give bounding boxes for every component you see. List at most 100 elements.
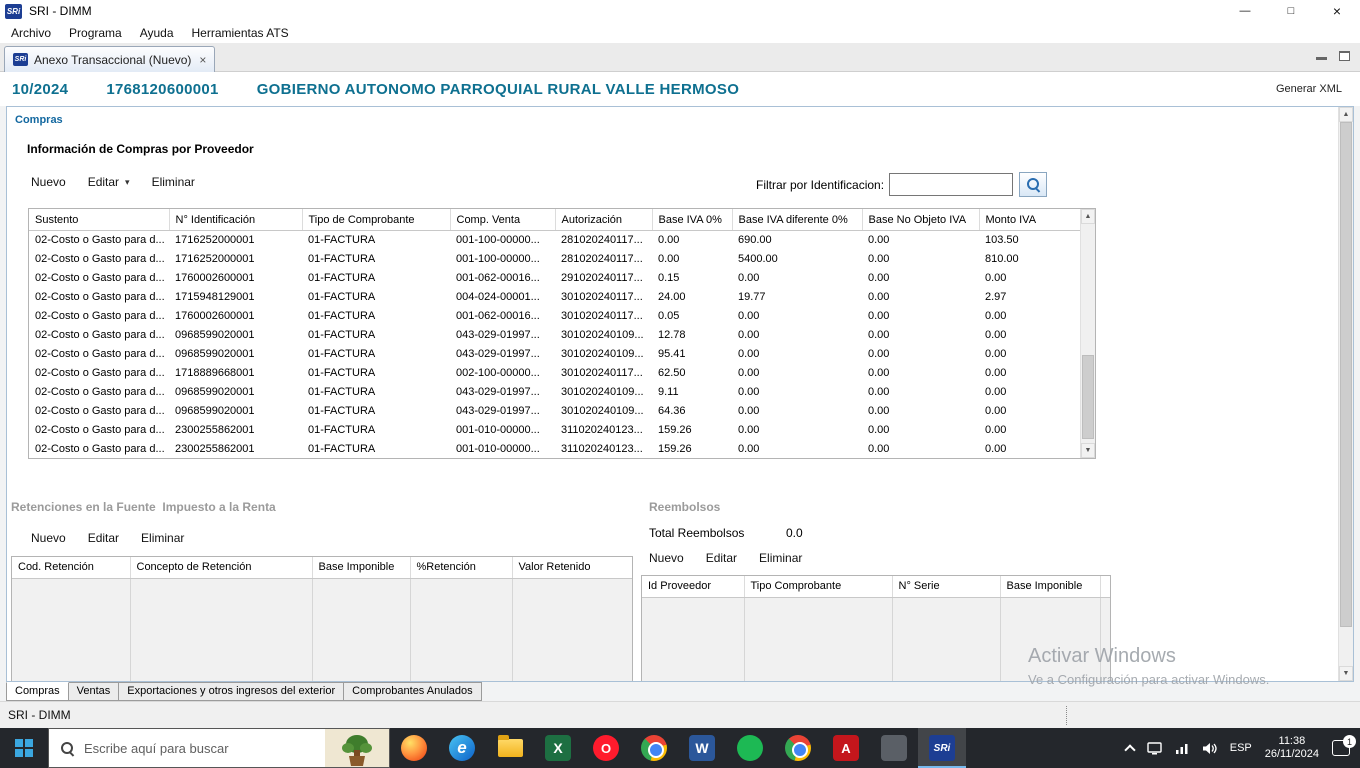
column-header[interactable]: Sustento — [29, 209, 170, 231]
menu-herramientas-ats[interactable]: Herramientas ATS — [183, 24, 298, 42]
minimize-button[interactable]: — — [1222, 0, 1268, 22]
table-cell: 0968599020001 — [175, 404, 255, 417]
table-row[interactable]: 02-Costo o Gasto para d... 2300255862001 0… — [29, 420, 1081, 439]
close-button[interactable]: × — [1314, 0, 1360, 22]
nuevo-button[interactable]: Nuevo — [31, 175, 66, 189]
table-row[interactable]: 02-Costo o Gasto para d... 1760002600001 0… — [29, 268, 1081, 287]
column-header[interactable]: Base Imponible — [1000, 576, 1101, 598]
table-cell: 0.00 — [985, 385, 1007, 398]
column-header[interactable]: Monto IVA — [979, 209, 1081, 231]
column-header[interactable]: Base Imponible — [312, 557, 411, 579]
table-row[interactable]: 02-Costo o Gasto para d... 0968599020001 0… — [29, 401, 1081, 420]
editor-tabstrip: SRi Anexo Transaccional (Nuevo) × — [0, 43, 1360, 72]
clock[interactable]: 11:38 26/11/2024 — [1265, 735, 1319, 761]
nuevo-button[interactable]: Nuevo — [31, 531, 66, 545]
scroll-up-icon[interactable]: ▲ — [1339, 107, 1353, 122]
table-row[interactable]: 02-Costo o Gasto para d... 1760002600001 0… — [29, 306, 1081, 325]
editar-button[interactable]: Editar ▾ — [88, 175, 130, 189]
menu-programa[interactable]: Programa — [60, 24, 131, 42]
column-header[interactable]: Tipo Comprobante — [744, 576, 893, 598]
word-taskbar-button[interactable]: W — [678, 728, 726, 768]
column-header[interactable]: Base IVA 0% — [652, 209, 733, 231]
scroll-down-icon[interactable]: ▼ — [1339, 666, 1353, 681]
start-button[interactable] — [0, 728, 48, 768]
table-cell: 301020240109... — [561, 404, 644, 417]
tab-anexo-transaccional[interactable]: SRi Anexo Transaccional (Nuevo) × — [4, 46, 216, 72]
chrome-2-taskbar-button[interactable] — [774, 728, 822, 768]
tab-exportaciones[interactable]: Exportaciones y otros ingresos del exter… — [119, 682, 345, 701]
taskbar-search[interactable]: Escribe aquí para buscar — [48, 728, 390, 768]
table-row[interactable]: 02-Costo o Gasto para d... 0968599020001 0… — [29, 344, 1081, 363]
menu-archivo[interactable]: Archivo — [2, 24, 60, 42]
table-cell: 0.00 — [738, 347, 760, 360]
acrobat-taskbar-button[interactable]: A — [822, 728, 870, 768]
opera-icon: O — [593, 735, 619, 761]
tray-expand-icon[interactable] — [1124, 744, 1136, 756]
maximize-view-icon[interactable] — [1339, 51, 1350, 61]
column-header[interactable]: Comp. Venta — [450, 209, 556, 231]
panel-scrollbar[interactable]: ▲ ▼ — [1338, 107, 1353, 681]
chrome-taskbar-button[interactable] — [630, 728, 678, 768]
search-highlight-image[interactable] — [325, 729, 389, 767]
generic-app-taskbar-button[interactable] — [870, 728, 918, 768]
language-indicator[interactable]: ESP — [1230, 742, 1252, 754]
column-header[interactable]: Autorización — [555, 209, 653, 231]
nuevo-button[interactable]: Nuevo — [649, 551, 684, 565]
column-header[interactable]: %Retención — [410, 557, 513, 579]
table-cell: 1760002600001 — [175, 271, 255, 284]
filter-search-button[interactable] — [1019, 172, 1047, 197]
file-explorer-icon — [497, 735, 523, 757]
notification-center-icon[interactable]: 1 — [1332, 735, 1356, 756]
column-header[interactable]: Tipo de Comprobante — [302, 209, 451, 231]
excel-taskbar-button[interactable]: X — [534, 728, 582, 768]
table-cell: 001-010-00000... — [456, 423, 540, 436]
column-header[interactable]: N° Serie — [892, 576, 1001, 598]
table-row[interactable]: 02-Costo o Gasto para d... 1718889668001 0… — [29, 363, 1081, 382]
table-cell: 9.11 — [658, 385, 679, 398]
column-header[interactable]: Concepto de Retención — [130, 557, 313, 579]
table-cell: 301020240117... — [561, 309, 643, 322]
network-icon[interactable] — [1175, 742, 1189, 755]
table-cell: 0.00 — [985, 442, 1007, 455]
spotify-taskbar-button[interactable] — [726, 728, 774, 768]
generate-xml-button[interactable]: Generar XML — [1276, 83, 1342, 95]
column-header[interactable]: Base No Objeto IVA — [862, 209, 980, 231]
column-header[interactable]: Id Proveedor — [642, 576, 745, 598]
tab-compras[interactable]: Compras — [6, 682, 69, 701]
scrollbar-thumb[interactable] — [1082, 355, 1094, 439]
table-row[interactable]: 02-Costo o Gasto para d... 1715948129001 0… — [29, 287, 1081, 306]
table-row[interactable]: 02-Costo o Gasto para d... 2300255862001 0… — [29, 439, 1081, 458]
firefox-taskbar-button[interactable] — [390, 728, 438, 768]
file-explorer-taskbar-button[interactable] — [486, 728, 534, 768]
column-header[interactable]: N° Identificación — [169, 209, 303, 231]
opera-taskbar-button[interactable]: O — [582, 728, 630, 768]
column-header[interactable]: Base IVA diferente 0% — [732, 209, 863, 231]
eliminar-button[interactable]: Eliminar — [141, 531, 184, 545]
volume-icon[interactable] — [1202, 742, 1217, 755]
column-header[interactable]: Cod. Retención — [12, 557, 131, 579]
editar-button[interactable]: Editar — [88, 531, 119, 545]
tab-ventas[interactable]: Ventas — [68, 682, 120, 701]
filter-input[interactable] — [889, 173, 1013, 196]
pc-icon[interactable] — [1147, 741, 1162, 755]
eliminar-button[interactable]: Eliminar — [152, 175, 195, 189]
tab-close-icon[interactable]: × — [199, 53, 206, 67]
menu-ayuda[interactable]: Ayuda — [131, 24, 183, 42]
tab-comprobantes-anulados[interactable]: Comprobantes Anulados — [344, 682, 482, 701]
sri-dimm-taskbar-button[interactable]: SRi — [918, 728, 966, 768]
column-header[interactable]: Valor Retenido — [512, 557, 632, 579]
table-row[interactable]: 02-Costo o Gasto para d... 1716252000001 0… — [29, 230, 1081, 249]
compras-table-scrollbar[interactable]: ▲ ▼ — [1080, 209, 1095, 458]
minimize-view-icon[interactable] — [1316, 57, 1327, 60]
scroll-up-icon[interactable]: ▲ — [1081, 209, 1095, 224]
table-row[interactable]: 02-Costo o Gasto para d... 0968599020001 0… — [29, 325, 1081, 344]
table-row[interactable]: 02-Costo o Gasto para d... 1716252000001 0… — [29, 249, 1081, 268]
scrollbar-thumb[interactable] — [1340, 122, 1352, 627]
eliminar-button[interactable]: Eliminar — [759, 551, 802, 565]
table-row[interactable]: 02-Costo o Gasto para d... 0968599020001 0… — [29, 382, 1081, 401]
word-icon: W — [689, 735, 715, 761]
edge-taskbar-button[interactable]: e — [438, 728, 486, 768]
scroll-down-icon[interactable]: ▼ — [1081, 443, 1095, 458]
maximize-button[interactable]: □ — [1268, 0, 1314, 22]
editar-button[interactable]: Editar — [706, 551, 737, 565]
